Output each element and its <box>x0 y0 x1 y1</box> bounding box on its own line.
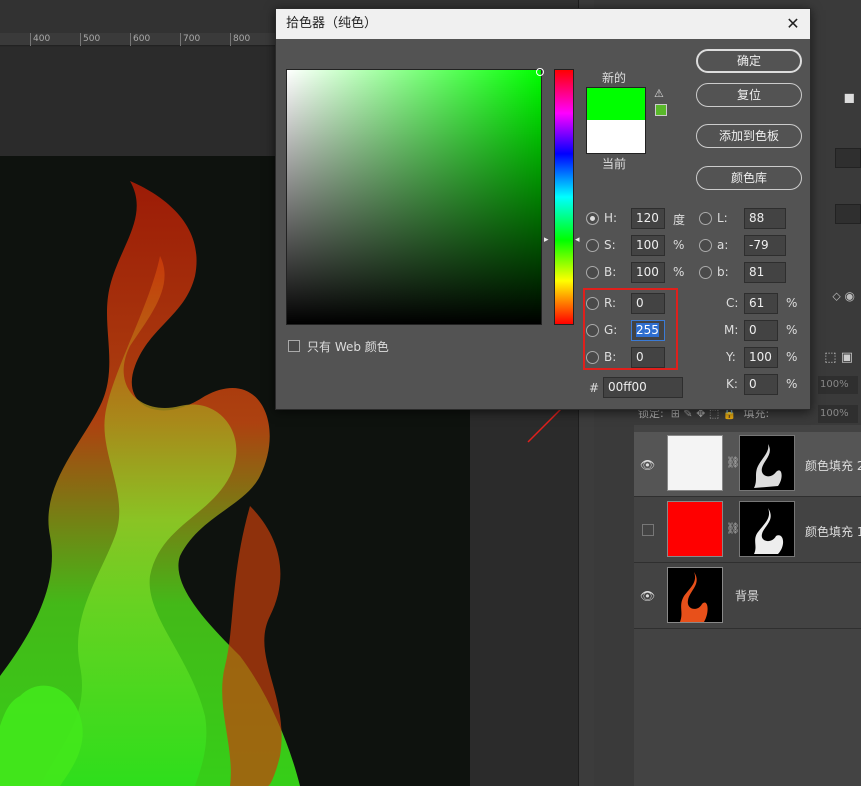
brightness-input[interactable]: 100 <box>631 262 665 283</box>
ruler-tick: 500 <box>80 33 100 46</box>
close-icon[interactable]: ✕ <box>782 13 804 35</box>
ruler-tick: 600 <box>130 33 150 46</box>
hue-slider-left-arrow[interactable]: ▸ <box>544 235 549 245</box>
hue-label: H: <box>604 211 618 225</box>
web-colors-checkbox[interactable] <box>288 340 300 352</box>
ruler-tick: 800 <box>230 33 250 46</box>
yellow-unit: % <box>786 350 798 364</box>
brightness-unit: % <box>673 265 685 279</box>
lightness-radio[interactable] <box>699 212 712 225</box>
hue-unit: 度 <box>673 213 686 227</box>
magenta-input[interactable]: 0 <box>744 320 778 341</box>
panel-icons[interactable]: ⬦ ◉ <box>811 284 861 308</box>
layer-thumbnail[interactable] <box>667 501 723 557</box>
add-to-swatches-button[interactable]: 添加到色板 <box>696 124 802 148</box>
black-label: K: <box>726 377 738 391</box>
visibility-toggle[interactable] <box>642 524 654 536</box>
black-input[interactable]: 0 <box>744 374 778 395</box>
brightness-label: B: <box>604 265 617 279</box>
layer-thumbnail[interactable] <box>667 567 723 623</box>
color-field-cursor[interactable] <box>536 68 544 76</box>
ok-button[interactable]: 确定 <box>696 49 802 73</box>
reset-button[interactable]: 复位 <box>696 83 802 107</box>
eye-icon[interactable]: 👁 <box>640 589 658 603</box>
saturation-input[interactable]: 100 <box>631 235 665 256</box>
a-channel-label: a: <box>717 238 729 252</box>
gamut-warning-icon[interactable]: ⚠ <box>654 87 664 100</box>
new-label: 新的 <box>602 71 627 85</box>
cyan-label: C: <box>726 296 739 310</box>
current-color-swatch[interactable] <box>586 120 646 154</box>
panel-field[interactable] <box>835 148 861 168</box>
hue-slider[interactable] <box>554 69 574 325</box>
opacity-field[interactable]: 100% <box>818 376 858 394</box>
current-label: 当前 <box>602 157 627 171</box>
layer-thumbnail[interactable] <box>667 435 723 491</box>
saturation-radio[interactable] <box>586 239 599 252</box>
web-colors-label: 只有 Web 颜色 <box>307 340 389 354</box>
a-channel-radio[interactable] <box>699 239 712 252</box>
hue-input[interactable]: 120 <box>631 208 665 229</box>
eye-icon[interactable]: 👁 <box>640 458 658 472</box>
layer-name[interactable]: 颜色填充 1 <box>805 523 861 540</box>
b-channel-radio[interactable] <box>699 266 712 279</box>
web-safe-swatch[interactable] <box>655 104 667 116</box>
brightness-radio[interactable] <box>586 266 599 279</box>
hex-label: # <box>589 381 600 395</box>
fill-field[interactable]: 100% <box>818 405 858 423</box>
yellow-label: Y: <box>726 350 736 364</box>
rgb-highlight-box <box>583 288 678 370</box>
layer-name[interactable]: 背景 <box>735 587 759 604</box>
black-unit: % <box>786 377 798 391</box>
cyan-unit: % <box>786 296 798 310</box>
saturation-unit: % <box>673 238 685 252</box>
b-channel-label: b: <box>717 265 729 279</box>
color-libraries-button[interactable]: 颜色库 <box>696 166 802 190</box>
color-picker-dialog: 拾色器（纯色） ✕ ▸ ◂ 新的 当前 ⚠ 确定 复位 添加到色板 颜色库 H:… <box>275 8 811 410</box>
b-channel-input[interactable]: 81 <box>744 262 786 283</box>
hex-input[interactable]: 00ff00 <box>603 377 683 398</box>
layer-mask-thumbnail[interactable] <box>739 501 795 557</box>
link-icon[interactable]: ⛓ <box>726 456 740 469</box>
lightness-label: L: <box>717 211 728 225</box>
layer-mask-thumbnail[interactable] <box>739 435 795 491</box>
magenta-unit: % <box>786 323 798 337</box>
cyan-input[interactable]: 61 <box>744 293 778 314</box>
new-color-swatch <box>586 87 646 120</box>
a-channel-input[interactable]: -79 <box>744 235 786 256</box>
panel-icon[interactable]: ◼ <box>811 90 861 110</box>
ruler-tick: 400 <box>30 33 50 46</box>
yellow-input[interactable]: 100 <box>744 347 778 368</box>
saturation-label: S: <box>604 238 616 252</box>
link-icon[interactable]: ⛓ <box>726 522 740 535</box>
ruler-tick: 700 <box>180 33 200 46</box>
lightness-input[interactable]: 88 <box>744 208 786 229</box>
hue-radio[interactable] <box>586 212 599 225</box>
magenta-label: M: <box>724 323 739 337</box>
hue-slider-right-arrow[interactable]: ◂ <box>575 235 580 245</box>
layer-name[interactable]: 颜色填充 2 <box>805 457 861 474</box>
panel-field[interactable] <box>835 204 861 224</box>
color-field[interactable] <box>286 69 542 325</box>
dialog-title: 拾色器（纯色） <box>276 9 810 39</box>
